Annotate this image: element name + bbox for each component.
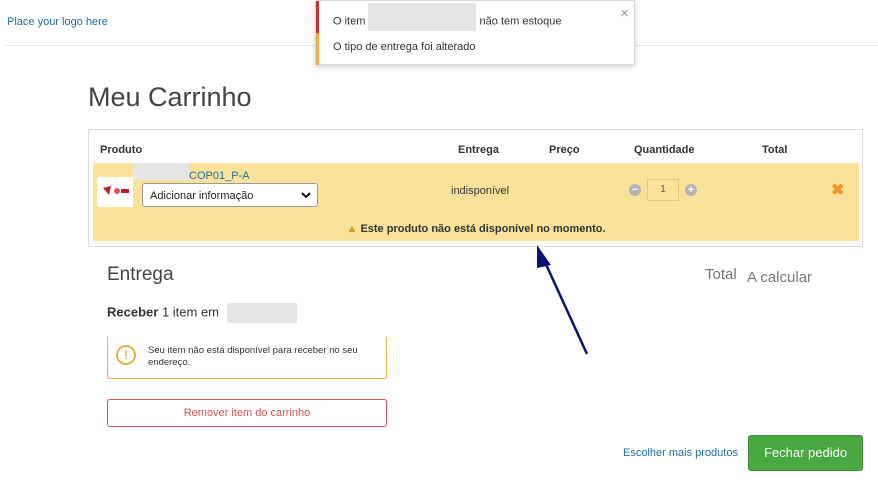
choose-more-products-link[interactable]: Escolher mais produtos (623, 447, 738, 459)
receive-text: 1 item em (161, 304, 220, 320)
total-value: A calcular (747, 269, 813, 286)
checkout-button[interactable]: Fechar pedido (748, 435, 863, 471)
unavailable-notice: ! Seu item não está disponível para rece… (107, 337, 387, 379)
remove-from-cart-button[interactable]: Remover item do carrinho (107, 399, 387, 427)
redacted-location (226, 303, 297, 323)
notice-text: Seu item não está disponível para recebe… (148, 345, 358, 368)
receive-label: Receber (107, 304, 159, 320)
receive-summary: Receber 1 item em (107, 303, 297, 323)
delivery-section-title: Entrega (107, 264, 174, 285)
total-label: Total (705, 266, 737, 283)
alert-circle-icon: ! (116, 345, 136, 365)
